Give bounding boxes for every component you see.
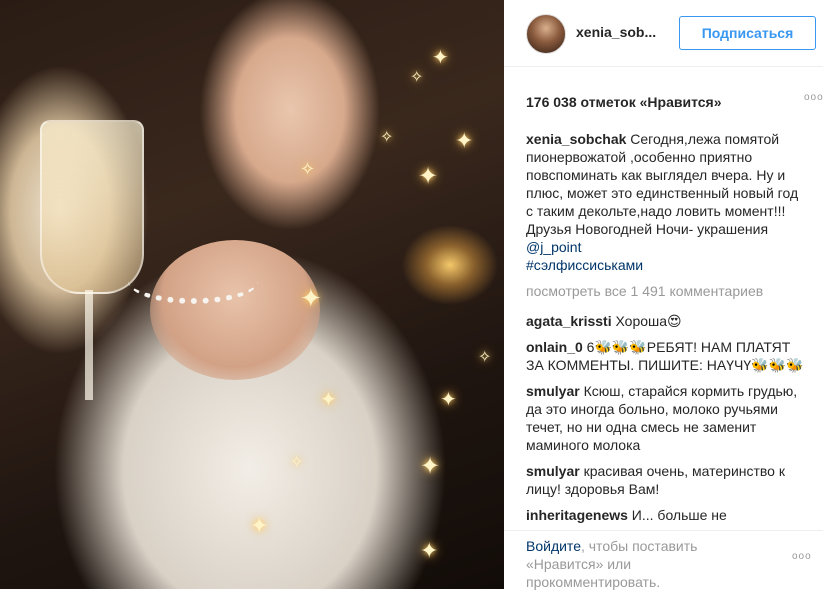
sparkle-icon: ✦ xyxy=(420,453,441,480)
load-more-comments[interactable]: посмотреть все 1 491 комментариев xyxy=(526,282,806,300)
caption: xenia_sobchak Сегодня,лежа помятой пионе… xyxy=(526,130,806,274)
list-item: agata_krissti Хороша😍 xyxy=(526,312,806,330)
login-link[interactable]: Войдите xyxy=(526,538,581,554)
comment-username[interactable]: onlain_0 xyxy=(526,339,583,355)
caption-username[interactable]: xenia_sobchak xyxy=(526,131,626,147)
list-item: smulyar Ксюш, старайся кормить грудью, д… xyxy=(526,382,806,454)
sparkle-icon: ✦ xyxy=(420,538,439,563)
sparkle-icon: ✦ xyxy=(300,283,322,313)
comment-username[interactable]: inheritagenews xyxy=(526,507,628,523)
follow-button[interactable]: Подписаться xyxy=(679,16,816,50)
list-item: smulyar красивая очень, материнство к ли… xyxy=(526,462,806,498)
comments-list: xenia_sobchak Сегодня,лежа помятой пионе… xyxy=(526,130,806,528)
sparkle-icon: ✧ xyxy=(380,129,394,146)
sparkle-icon: ✦ xyxy=(440,389,457,411)
post-sidebar: xenia_sob... Подписаться 176 038 отметок… xyxy=(504,0,823,590)
sparkle-icon: ✦ xyxy=(320,389,337,411)
post-header: xenia_sob... Подписаться xyxy=(504,0,823,67)
more-options-icon[interactable]: ooo xyxy=(792,551,812,562)
comment-username[interactable]: agata_krissti xyxy=(526,313,612,329)
sparkle-icon: ✦ xyxy=(432,47,449,69)
sparkle-icon: ✦ xyxy=(250,513,269,538)
sparkle-icon: ✦ xyxy=(455,128,474,153)
hashtag-link[interactable]: #сэлфиссиськами xyxy=(526,257,643,273)
comment-username[interactable]: smulyar xyxy=(526,463,580,479)
more-options-icon[interactable]: ooo xyxy=(804,92,823,103)
glass-stem xyxy=(85,290,93,400)
list-item: inheritagenews И... больше не xyxy=(526,506,806,524)
login-prompt: Войдите, чтобы поставить «Нравится» или … xyxy=(526,537,766,591)
post-photo[interactable]: ✦ ✧ ✦ ✦ ✧ ✦ ✦ ✦ ✧ ✦ ✧ ✦ ✦ ✧ xyxy=(0,0,504,589)
comment-text: И... больше не xyxy=(627,507,727,523)
sparkle-icon: ✧ xyxy=(410,69,424,86)
likes-count[interactable]: 176 038 отметок «Нравится» xyxy=(526,94,722,110)
sparkle-icon: ✦ xyxy=(418,163,439,190)
comment-text: Хороша😍 xyxy=(611,313,682,329)
mention-link[interactable]: @j_point xyxy=(526,239,581,255)
sparkle-icon: ✧ xyxy=(300,159,316,179)
avatar[interactable] xyxy=(526,14,566,54)
list-item: onlain_0 6🐝🐝🐝РЕБЯТ! НАМ ПЛАТЯТ ЗА КОММЕН… xyxy=(526,338,806,374)
comment-username[interactable]: smulyar xyxy=(526,383,580,399)
sparkle-icon: ✧ xyxy=(290,454,304,471)
sparkle-icon: ✧ xyxy=(478,349,492,366)
author-username[interactable]: xenia_sob... xyxy=(576,24,656,40)
pearl-choker xyxy=(128,258,258,304)
post-footer: Войдите, чтобы поставить «Нравится» или … xyxy=(504,530,823,590)
